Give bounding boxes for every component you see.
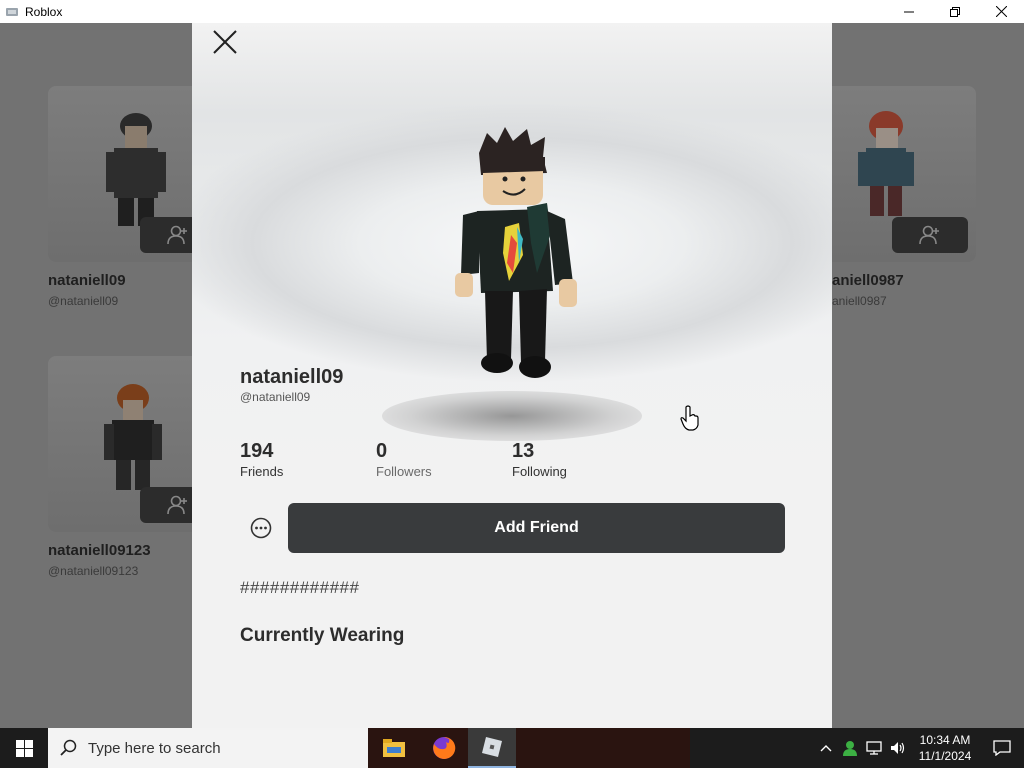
more-options-icon: [250, 517, 272, 539]
friend-name[interactable]: nataniell09: [48, 272, 126, 289]
add-friend-icon: [919, 225, 939, 245]
stat-followers[interactable]: 0 Followers: [376, 440, 432, 479]
taskbar-clock[interactable]: 10:34 AM 11/1/2024: [910, 732, 980, 764]
user-status-icon: [843, 741, 857, 756]
more-options-button[interactable]: [250, 517, 272, 539]
profile-about-text: ############: [240, 578, 360, 597]
windows-start-icon: [15, 739, 33, 757]
friend-card[interactable]: [820, 86, 976, 262]
tray-user-button[interactable]: [838, 728, 862, 768]
stat-value: 13: [512, 440, 535, 462]
notification-icon: [993, 740, 1011, 756]
avatar-3d[interactable]: [447, 123, 587, 383]
firefox-icon: [433, 736, 456, 759]
stat-value: 194: [240, 440, 274, 462]
volume-icon: [891, 742, 905, 754]
system-tray: 10:34 AM 11/1/2024: [814, 728, 1024, 768]
close-window-button[interactable]: [978, 0, 1024, 23]
avatar-shadow: [382, 391, 642, 441]
profile-handle: @nataniell09: [240, 390, 311, 404]
currently-wearing-heading: Currently Wearing: [240, 625, 405, 646]
stat-label: Following: [512, 464, 567, 479]
taskbar: Type here to search 10:34 AM 11/1/2024: [0, 728, 1024, 768]
start-button[interactable]: [0, 728, 48, 768]
network-icon: [866, 741, 882, 755]
taskbar-file-explorer[interactable]: [370, 728, 418, 768]
add-friend-button[interactable]: Add Friend: [288, 503, 785, 553]
clock-date: 11/1/2024: [918, 749, 972, 763]
taskbar-roblox[interactable]: [468, 728, 516, 768]
close-button[interactable]: [210, 27, 240, 57]
notifications-button[interactable]: [980, 728, 1024, 768]
roblox-app-icon: [5, 6, 19, 18]
search-icon: [60, 739, 77, 756]
friend-handle: @nataniell09123: [48, 564, 139, 578]
chevron-up-icon: [820, 745, 832, 752]
close-icon: [213, 30, 237, 54]
stat-friends[interactable]: 194 Friends: [240, 440, 283, 479]
tray-volume-button[interactable]: [886, 728, 910, 768]
file-explorer-icon: [383, 739, 405, 757]
restore-button[interactable]: [932, 0, 978, 23]
window-title-bar: Roblox: [0, 0, 1024, 23]
stat-label: Followers: [376, 464, 432, 479]
tray-network-button[interactable]: [862, 728, 886, 768]
profile-display-name: nataniell09: [240, 366, 344, 388]
window-title: Roblox: [25, 4, 63, 19]
stat-label: Friends: [240, 464, 284, 479]
hand-cursor-icon: [680, 405, 699, 431]
friend-card[interactable]: [48, 356, 208, 532]
friend-name[interactable]: nataniell09123: [48, 542, 151, 559]
taskbar-firefox[interactable]: [420, 728, 468, 768]
search-placeholder: Type here to search: [88, 739, 221, 757]
stat-value: 0: [376, 440, 388, 462]
friend-handle: aniell0987: [832, 294, 887, 308]
friend-name[interactable]: aniell0987: [832, 272, 904, 289]
friend-card[interactable]: [48, 86, 208, 262]
profile-modal: nataniell09 @nataniell09 194 Friends 0 F…: [192, 23, 832, 728]
roblox-icon: [482, 737, 502, 757]
add-friend-icon: [167, 495, 187, 515]
minimize-button[interactable]: [886, 0, 932, 23]
add-friend-small-button[interactable]: [892, 217, 968, 253]
tray-expand-button[interactable]: [814, 728, 838, 768]
stat-following[interactable]: 13 Following: [512, 440, 567, 479]
add-friend-icon: [167, 225, 187, 245]
friend-handle: @nataniell09: [48, 294, 119, 308]
taskbar-search-box[interactable]: Type here to search: [48, 728, 368, 768]
clock-time: 10:34 AM: [919, 733, 971, 747]
